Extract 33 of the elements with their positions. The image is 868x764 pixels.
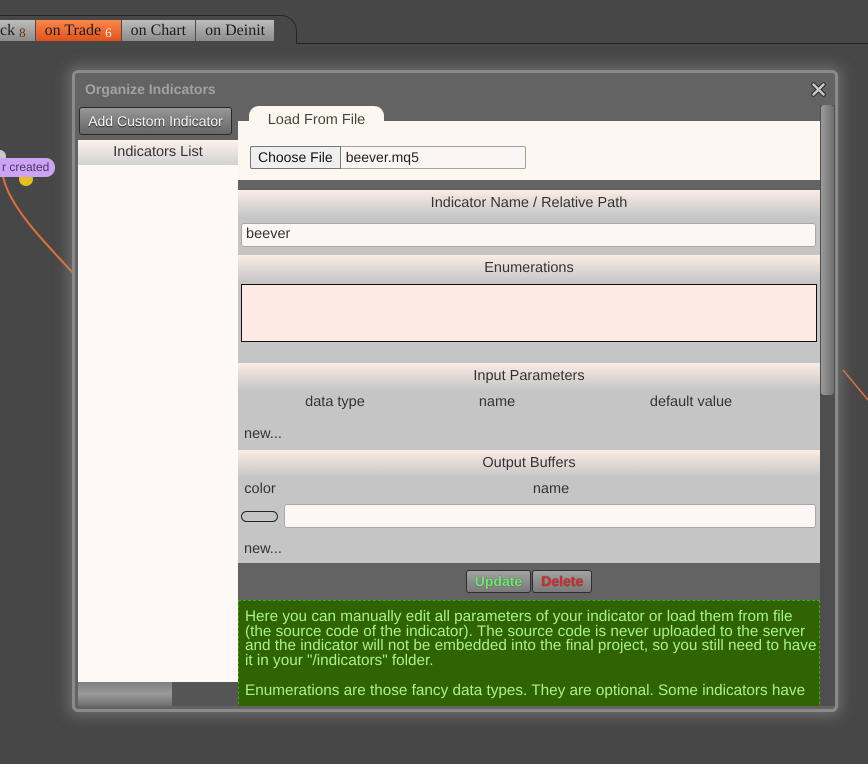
- event-tab[interactable]: on Trade 6: [36, 20, 122, 41]
- event-tab[interactable]: ck 8: [0, 20, 36, 41]
- column-header: name: [478, 393, 516, 412]
- name-input[interactable]: beever: [241, 223, 816, 247]
- vertical-scrollbar[interactable]: [820, 105, 835, 706]
- section-header: Input Parameters: [238, 363, 820, 390]
- file-name-field[interactable]: beever.mq5: [340, 146, 526, 169]
- section-header: Enumerations: [238, 255, 820, 282]
- scrollbar-thumb[interactable]: [821, 105, 834, 395]
- column-header: data type: [305, 393, 365, 412]
- add-indicator-button[interactable]: Add Custom Indicator: [79, 107, 232, 135]
- choose-file-button[interactable]: Choose File: [250, 146, 341, 169]
- section-header: Indicator Name / Relative Path: [238, 190, 820, 217]
- dialog-title: Organize Indicators: [85, 80, 216, 99]
- section-header: Output Buffers: [238, 450, 820, 477]
- column-header: color: [244, 480, 276, 500]
- new-link[interactable]: new...: [244, 426, 282, 442]
- buffer-name-input[interactable]: [284, 504, 816, 528]
- node-label[interactable]: r created: [0, 158, 56, 177]
- help-text: Here you can manually edit all parameters of your indicator or load them from file (the source code of the indicator). The source code is never uploaded to the server and the indicator will not be embedded into the final project, so you still need to have it in your "/indicators" folder.: [245, 610, 818, 668]
- list-header: Indicators List: [78, 140, 238, 165]
- color-swatch-icon[interactable]: [241, 510, 278, 522]
- enumerations-field[interactable]: [241, 284, 817, 342]
- connector-line: [842, 369, 868, 401]
- column-header: name: [532, 480, 570, 500]
- help-text: Enumerations are those fancy data types. They are optional. Some indicators have: [245, 684, 806, 698]
- horizontal-scrollbar[interactable]: [78, 682, 238, 706]
- new-link[interactable]: new...: [244, 541, 282, 557]
- scrollbar-thumb[interactable]: [78, 682, 172, 706]
- event-tab[interactable]: on Chart: [122, 20, 196, 41]
- close-icon[interactable]: [811, 82, 826, 96]
- column-header: default value: [650, 393, 732, 412]
- event-tab[interactable]: on Deinit: [196, 20, 276, 41]
